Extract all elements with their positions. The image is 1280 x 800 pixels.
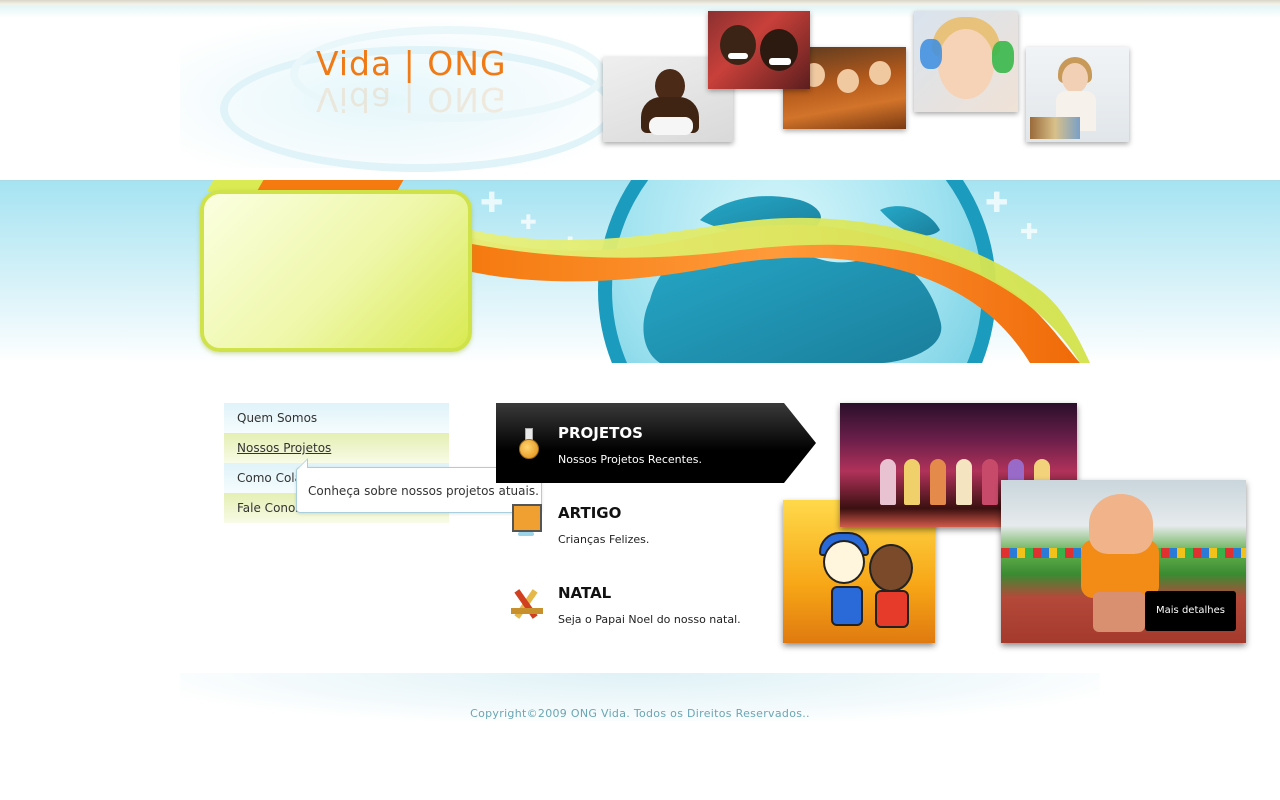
feature-title[interactable]: PROJETOS: [558, 424, 643, 442]
tools-icon: [511, 588, 543, 620]
feature-description: Nossos Projetos Recentes.: [558, 453, 702, 466]
feature-projetos[interactable]: [496, 403, 816, 483]
footer-copyright: Copyright©2009 ONG Vida. Todos os Direit…: [470, 707, 810, 720]
more-details-button[interactable]: Mais detalhes: [1145, 591, 1236, 631]
flask-icon: [519, 428, 539, 459]
menu-item-quem-somos[interactable]: Quem Somos: [224, 403, 449, 433]
globe-graphic: [472, 180, 1090, 363]
menu-item-label: Nossos Projetos: [237, 441, 332, 455]
feature-highlight: [496, 403, 816, 483]
hero-banner: ✚ ✚ ✚ ✚ ✚ ✚ ✚: [0, 180, 1280, 363]
header-photo-painted-hands: [914, 11, 1018, 112]
feature-description: Seja o Papai Noel do nosso natal.: [558, 613, 741, 626]
menu-item-label: Quem Somos: [237, 411, 318, 425]
site-logo[interactable]: Vida | ONG: [316, 44, 507, 83]
top-strip: [0, 0, 1280, 18]
feature-title[interactable]: NATAL: [558, 584, 611, 602]
feature-title[interactable]: ARTIGO: [558, 504, 621, 522]
header-photo-girl-painting: [1026, 47, 1129, 142]
monitor-icon: [510, 502, 542, 536]
tooltip-arrow-inner: [299, 460, 307, 468]
site-logo-reflection: Vida | ONG: [316, 80, 507, 119]
menu-item-nossos-projetos[interactable]: Nossos Projetos: [224, 433, 449, 463]
feature-description: Crianças Felizes.: [558, 533, 650, 546]
banner-green-panel: [200, 190, 472, 352]
header-photo-girls: [708, 11, 810, 89]
